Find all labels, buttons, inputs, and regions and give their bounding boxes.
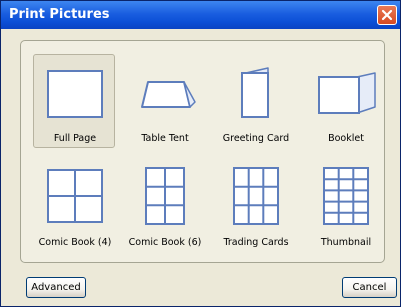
full-page-icon (47, 70, 103, 118)
booklet-icon (318, 72, 376, 114)
comic-book-6-icon (145, 167, 185, 225)
window-title: Print Pictures (9, 7, 110, 22)
title-bar[interactable]: Print Pictures (1, 1, 400, 29)
greeting-card-icon (241, 67, 269, 118)
print-pictures-dialog: Print Pictures Full Page Table Tent Gree… (0, 0, 401, 307)
layout-full-page[interactable]: Full Page (33, 54, 115, 148)
layout-comic-book-4[interactable]: Comic Book (4) (33, 158, 115, 252)
layout-thumbnail[interactable]: Thumbnail (304, 158, 386, 252)
layout-label: Booklet (328, 133, 364, 144)
close-icon (381, 9, 393, 21)
comic-book-4-icon (47, 169, 103, 223)
layout-booklet[interactable]: Booklet (304, 54, 386, 148)
trading-cards-icon (233, 167, 279, 225)
layout-trading-cards[interactable]: Trading Cards (214, 158, 296, 252)
layout-table-tent[interactable]: Table Tent (123, 54, 205, 148)
layout-panel: Full Page Table Tent Greeting Card Bookl… (20, 40, 385, 263)
layout-label: Thumbnail (320, 237, 372, 248)
layout-greeting-card[interactable]: Greeting Card (214, 54, 296, 148)
cancel-button[interactable]: Cancel (342, 277, 397, 298)
advanced-button[interactable]: Advanced (26, 277, 86, 298)
layout-comic-book-6[interactable]: Comic Book (6) (123, 158, 205, 252)
close-button[interactable] (377, 5, 397, 25)
thumbnail-icon (323, 167, 369, 225)
table-tent-icon (141, 81, 196, 108)
